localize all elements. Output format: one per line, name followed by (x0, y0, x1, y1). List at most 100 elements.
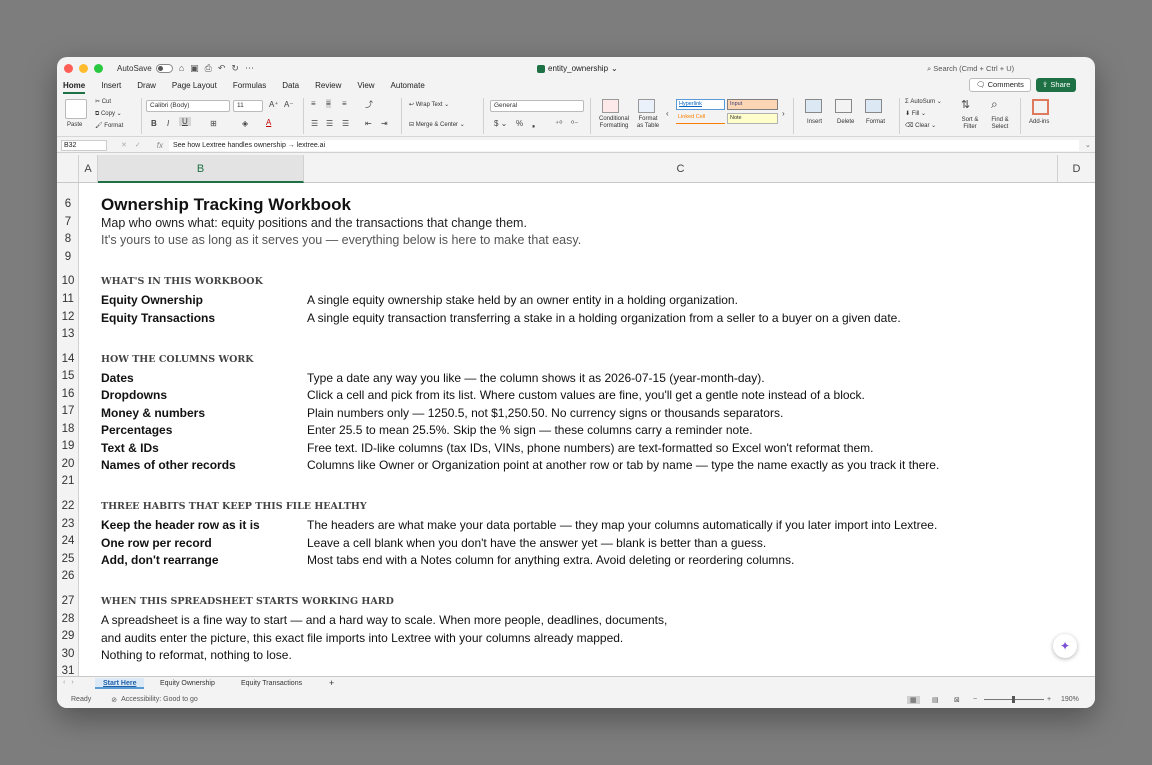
autosave-control[interactable]: AutoSave (117, 63, 173, 73)
underline-icon[interactable]: U (179, 117, 191, 126)
percent-icon[interactable]: % (516, 119, 523, 128)
body-text-line[interactable]: A spreadsheet is a fine way to start — a… (101, 613, 667, 627)
cut-button[interactable]: ✂ Cut (95, 98, 111, 105)
paste-button[interactable]: Paste (67, 122, 82, 128)
format-painter-button[interactable]: 🖌 Format (95, 122, 123, 129)
add-sheet-icon[interactable]: + (321, 678, 342, 689)
add-ins-button[interactable]: Add-ins (1029, 119, 1049, 125)
expand-formula-icon[interactable]: ⌄ (1085, 141, 1091, 149)
tab-insert[interactable]: Insert (101, 79, 121, 94)
delete-cells-button[interactable]: Delete (837, 119, 854, 125)
redo-icon[interactable]: ↻ (231, 63, 239, 74)
body-text-line[interactable]: and audits enter the picture, this exact… (101, 631, 623, 645)
currency-icon[interactable]: $ ⌄ (494, 119, 507, 128)
row-header[interactable]: 10 (57, 275, 79, 287)
item-description[interactable]: Click a cell and pick from its list. Whe… (307, 388, 865, 402)
number-format-select[interactable]: General (490, 100, 584, 112)
sheet-tab-equity-transactions[interactable]: Equity Transactions (233, 678, 310, 689)
row-header[interactable]: 13 (57, 328, 79, 340)
decrease-decimal-icon[interactable]: ⁰⁻ (571, 119, 578, 128)
tab-page-layout[interactable]: Page Layout (172, 79, 217, 94)
row-header[interactable]: 15 (57, 370, 79, 382)
row-header[interactable]: 19 (57, 440, 79, 452)
align-left-icon[interactable]: ☰ (311, 119, 318, 128)
share-button[interactable]: ⇪ Share (1036, 78, 1077, 92)
row-header[interactable]: 31 (57, 665, 79, 676)
borders-icon[interactable]: ⊞ (210, 119, 217, 128)
item-label[interactable]: Names of other records (101, 458, 236, 472)
align-bottom-icon[interactable]: ≡ (342, 99, 347, 108)
insert-cells-icon[interactable] (805, 99, 822, 113)
column-header-b[interactable]: B (98, 155, 304, 183)
row-header[interactable]: 29 (57, 630, 79, 642)
item-label[interactable]: Dates (101, 371, 134, 385)
font-color-icon[interactable]: A (266, 118, 271, 127)
tab-home[interactable]: Home (63, 79, 86, 94)
cell-style-input[interactable]: Input (727, 99, 778, 110)
subtitle-cell[interactable]: It's yours to use as long as it serves y… (101, 233, 581, 247)
row-header[interactable]: 20 (57, 458, 79, 470)
more-icon[interactable]: ⋯ (245, 63, 254, 74)
increase-decimal-icon[interactable]: ⁺⁰ (555, 119, 562, 128)
zoom-window-button[interactable] (94, 63, 103, 73)
row-header[interactable]: 12 (57, 311, 79, 323)
item-label[interactable]: Add, don't rearrange (101, 553, 219, 567)
zoom-out-icon[interactable]: − (973, 696, 977, 703)
delete-cells-icon[interactable] (835, 99, 852, 113)
row-header[interactable]: 24 (57, 535, 79, 547)
select-all-corner[interactable] (57, 155, 79, 183)
item-description[interactable]: Most tabs end with a Notes column for an… (307, 553, 794, 567)
align-top-icon[interactable]: ≡ (311, 99, 316, 108)
zoom-slider-thumb[interactable] (1012, 696, 1015, 703)
align-middle-icon[interactable]: ≡ (326, 99, 331, 108)
paste-icon[interactable] (65, 99, 87, 119)
formula-input[interactable]: See how Lextree handles ownership → lext… (168, 139, 1079, 151)
search-box[interactable]: ⌕ Search (Cmd + Ctrl + U) (927, 64, 1014, 74)
spreadsheet-grid[interactable]: A B C D 6 7 8 9 10 11 12 13 14 15 16 17 … (57, 155, 1095, 676)
zoom-level[interactable]: 190% (1061, 696, 1079, 703)
tab-automate[interactable]: Automate (391, 79, 425, 94)
tab-view[interactable]: View (357, 79, 374, 94)
sheet-tab-start-here[interactable]: Start Here (95, 678, 145, 689)
section-heading[interactable]: WHAT'S IN THIS WORKBOOK (101, 276, 263, 287)
section-heading[interactable]: HOW THE COLUMNS WORK (101, 354, 254, 365)
column-header-a[interactable]: A (79, 155, 98, 183)
item-description[interactable]: Plain numbers only — 1250.5, not $1,250.… (307, 406, 783, 420)
decrease-indent-icon[interactable]: ⇤ (365, 119, 372, 128)
bold-icon[interactable]: B (151, 119, 157, 128)
subtitle-cell[interactable]: Map who owns what: equity positions and … (101, 216, 527, 230)
cell-style-note[interactable]: Note (727, 113, 778, 124)
autosum-button[interactable]: Σ AutoSum ⌄ (905, 98, 942, 105)
row-header[interactable]: 9 (57, 251, 79, 263)
sort-filter-icon[interactable]: ⇅ (961, 98, 970, 111)
styles-scroll-left-icon[interactable]: ‹ (666, 109, 669, 118)
format-as-table-button[interactable]: Format as Table (635, 116, 661, 130)
save-icon[interactable]: ▣ (190, 63, 199, 74)
column-header-c[interactable]: C (304, 155, 1058, 183)
page-title[interactable]: Ownership Tracking Workbook (101, 195, 351, 215)
enter-icon[interactable]: ✓ (135, 141, 141, 149)
row-header[interactable]: 30 (57, 648, 79, 660)
item-label[interactable]: Equity Ownership (101, 293, 203, 307)
format-cells-button[interactable]: Format (866, 119, 885, 125)
section-heading[interactable]: THREE HABITS THAT KEEP THIS FILE HEALTHY (101, 501, 367, 512)
accessibility-icon[interactable]: ⊘ (111, 696, 117, 704)
row-header[interactable]: 16 (57, 388, 79, 400)
item-description[interactable]: Free text. ID-like columns (tax IDs, VIN… (307, 441, 874, 455)
orientation-icon[interactable]: ⤴ (365, 99, 373, 110)
item-label[interactable]: One row per record (101, 536, 212, 550)
cell-style-hyperlink[interactable]: Hyperlink (676, 99, 725, 110)
merge-center-button[interactable]: ⊟ Merge & Center ⌄ (409, 121, 465, 128)
clear-button[interactable]: ⌫ Clear ⌄ (905, 122, 936, 129)
item-label[interactable]: Percentages (101, 423, 172, 437)
document-title[interactable]: entity_ownership ⌄ (537, 64, 618, 73)
find-select-icon[interactable]: ⌕ (991, 97, 998, 112)
format-cells-icon[interactable] (865, 99, 882, 113)
font-size-select[interactable]: 11 (233, 100, 263, 112)
fill-button[interactable]: ⬇ Fill ⌄ (905, 110, 926, 117)
sort-filter-button[interactable]: Sort & Filter (957, 117, 983, 131)
find-select-button[interactable]: Find & Select (987, 117, 1013, 131)
normal-view-icon[interactable]: ▦ (907, 695, 920, 704)
decrease-font-icon[interactable]: A⁻ (284, 100, 294, 109)
sheet-tab-equity-ownership[interactable]: Equity Ownership (152, 678, 223, 689)
